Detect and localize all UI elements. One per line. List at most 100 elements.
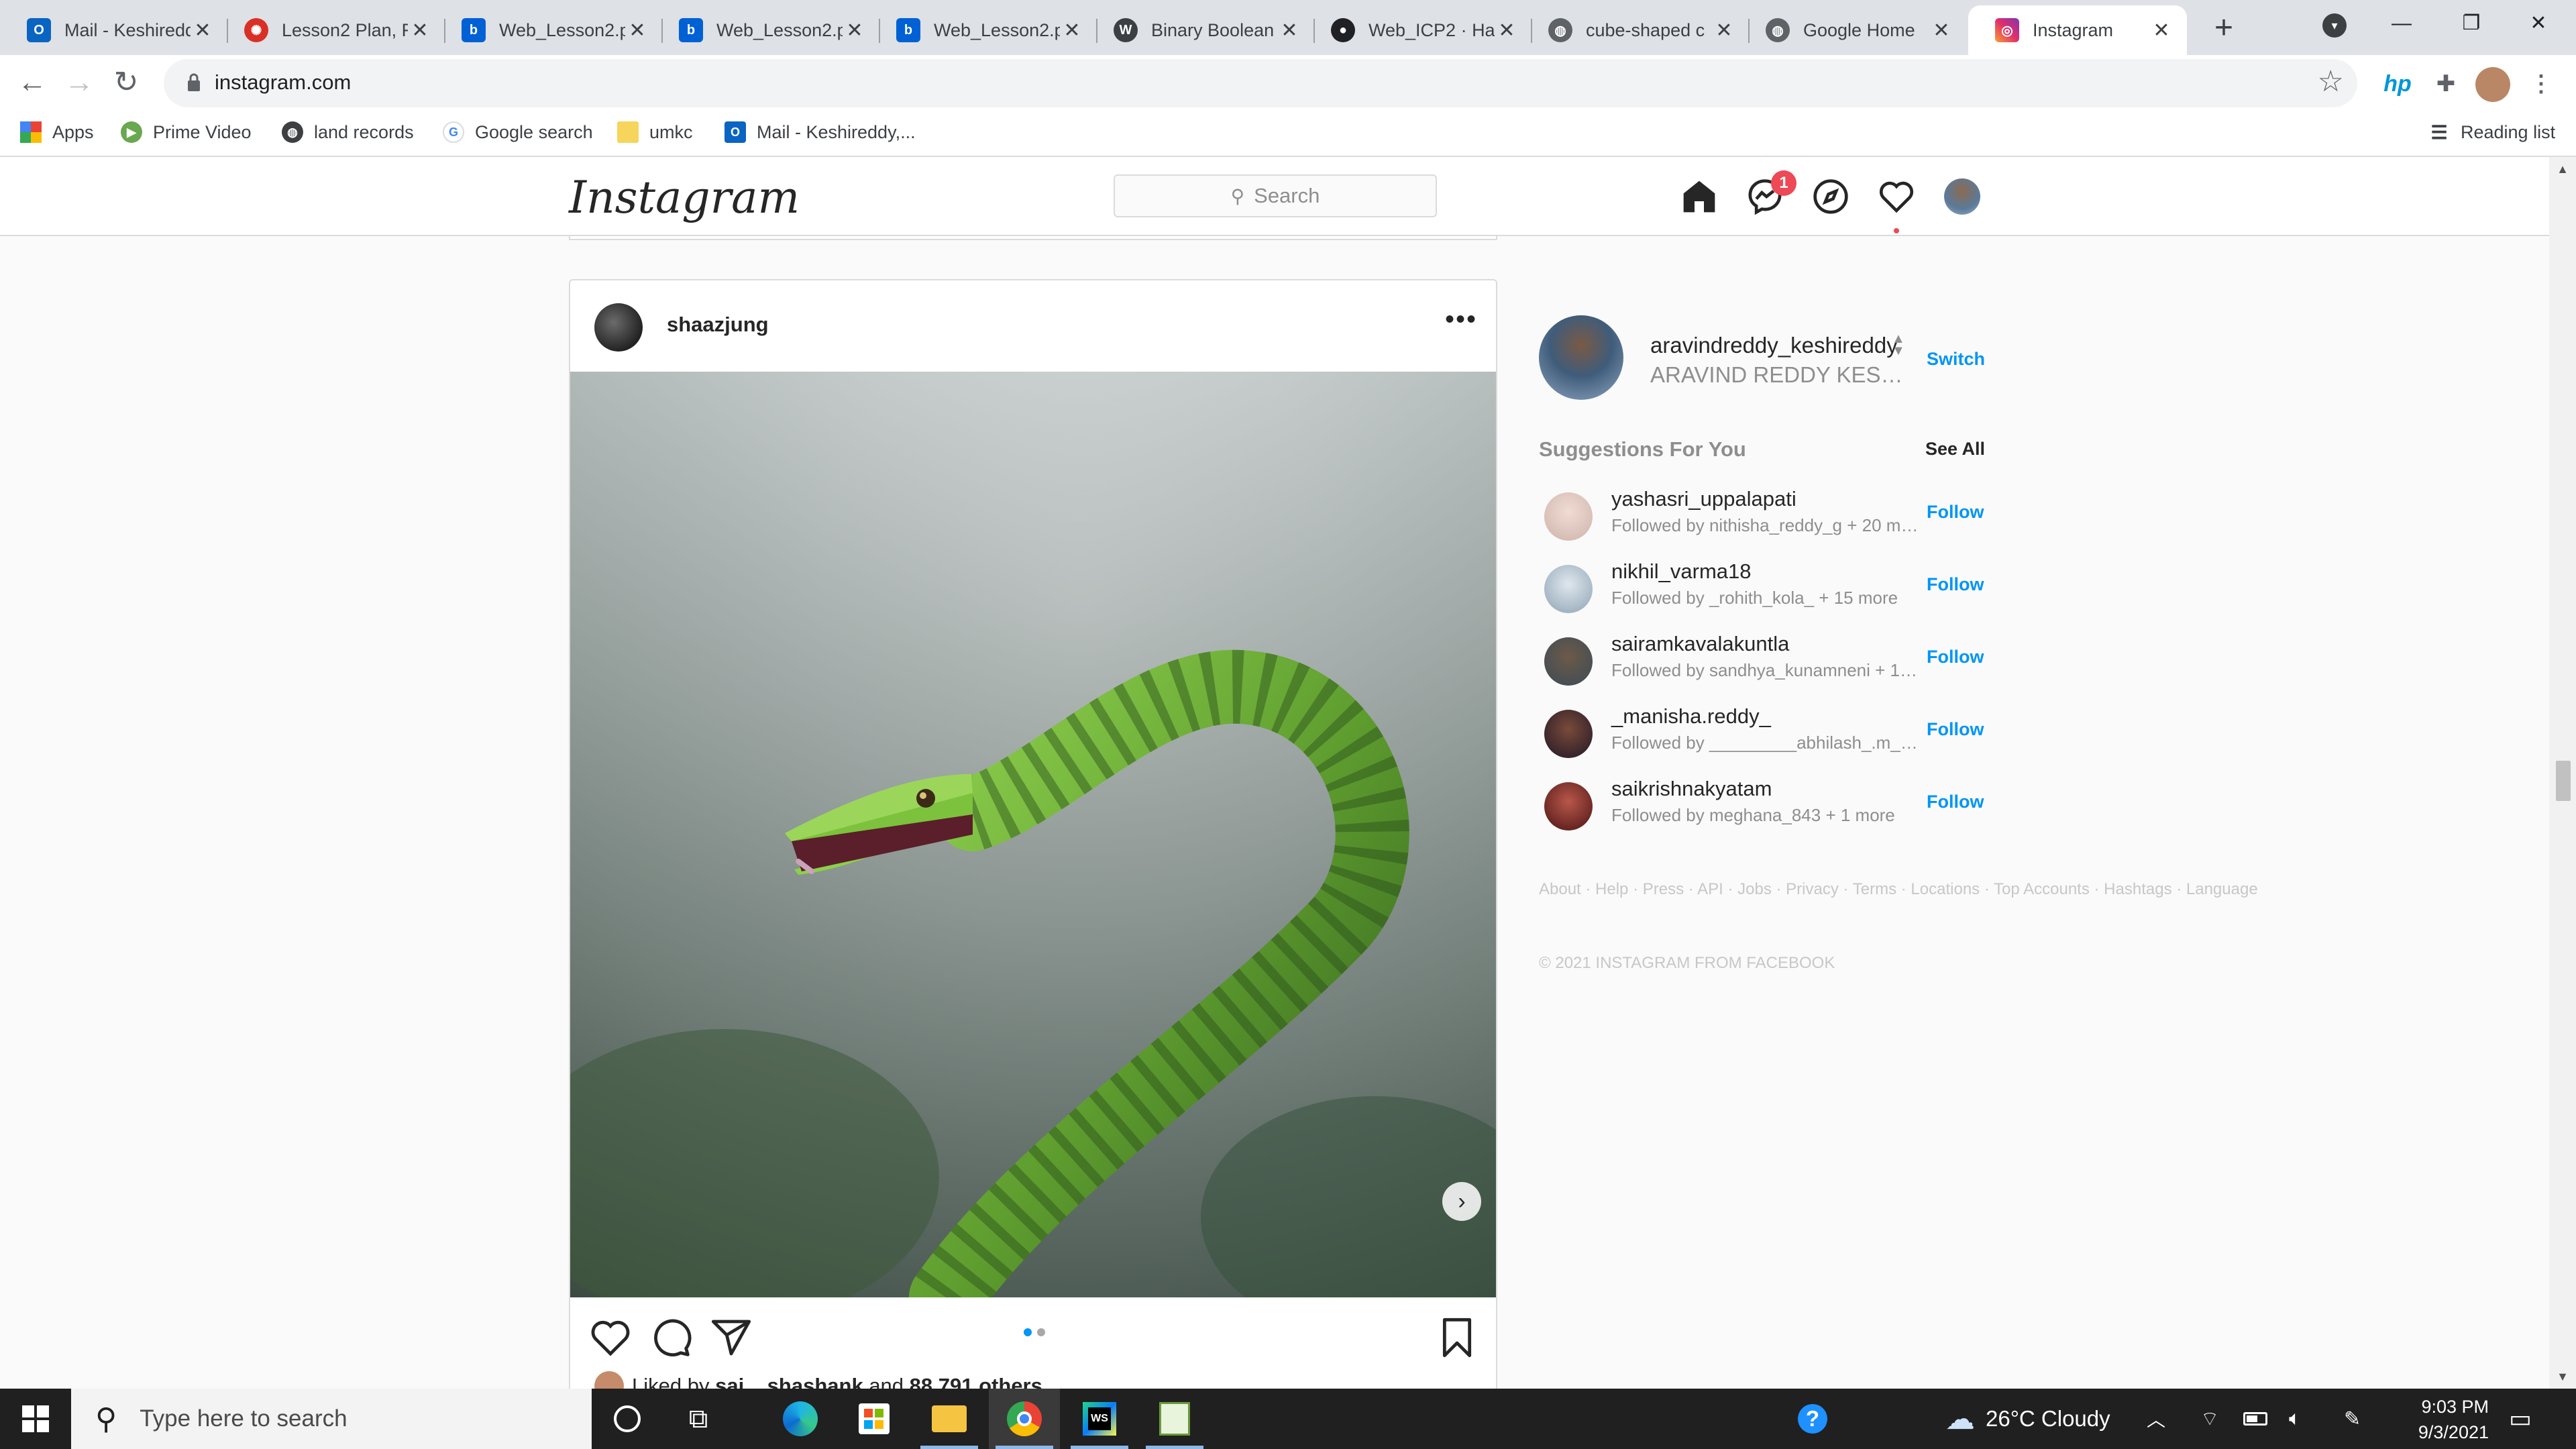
close-tab-icon[interactable]: ✕ [625,19,649,42]
footer-link[interactable]: Language [2186,880,2258,898]
instagram-logo[interactable]: Instagram [569,172,800,223]
explore-button[interactable] [1807,173,1854,220]
bookmark-google-search[interactable]: G Google search [443,117,593,148]
help-tray-button[interactable]: ? [1798,1389,1827,1449]
suggestion-username[interactable]: _manisha.reddy_ [1611,704,1771,729]
more-options-icon[interactable]: ••• [1445,305,1477,335]
footer-link[interactable]: Top Accounts [1994,880,2090,898]
bookmark-apps[interactable]: Apps [20,117,94,148]
forward-button[interactable]: → [58,62,101,105]
close-tab-icon[interactable]: ✕ [1495,19,1519,42]
extensions-puzzle-icon[interactable]: ✚ [2428,67,2463,102]
footer-link[interactable]: Locations [1911,880,1980,898]
footer-link[interactable]: Jobs [1737,880,1772,898]
network-button[interactable]: ⌔ [2200,1389,2219,1449]
address-bar[interactable]: instagram.com ☆ [164,59,2357,107]
footer-link[interactable]: Help [1595,880,1628,898]
close-tab-icon[interactable]: ✕ [1060,19,1084,42]
close-tab-icon[interactable]: ✕ [1929,19,1953,42]
direct-messages-button[interactable]: 1 [1741,170,1796,220]
suggestion-username[interactable]: yashasri_uppalapati [1611,487,1796,511]
suggestion-avatar[interactable] [1544,710,1593,758]
profile-avatar[interactable] [2475,67,2510,102]
close-tab-icon[interactable]: ✕ [843,19,867,42]
carousel-next-button[interactable]: › [1442,1182,1481,1221]
bookmark-star-icon[interactable]: ☆ [2318,64,2344,99]
scroll-up-arrow-icon[interactable]: ▲ [2549,157,2576,181]
save-bookmark-icon[interactable] [1436,1316,1479,1359]
page-scrollbar[interactable]: ▲ ▼ [2549,157,2576,1389]
follow-button[interactable]: Follow [1927,647,1984,667]
suggestion-username[interactable]: saikrishnakyatam [1611,777,1772,801]
tab-search-button[interactable]: ▾ [2322,13,2347,38]
post-author-username[interactable]: shaazjung [667,313,769,337]
close-tab-icon[interactable]: ✕ [191,19,215,42]
close-tab-icon[interactable]: ✕ [408,19,432,42]
suggestion-avatar[interactable] [1544,565,1593,613]
reload-button[interactable]: ↻ [105,62,148,105]
start-button[interactable] [0,1389,71,1449]
reading-list-button[interactable]: ☰ Reading list [2428,117,2555,148]
hp-extension-icon[interactable]: hp [2380,67,2415,102]
home-button[interactable] [1676,173,1723,220]
minimize-button[interactable]: — [2361,0,2442,50]
scroll-down-arrow-icon[interactable]: ▼ [2549,1364,2576,1389]
pen-workspace-button[interactable]: ✎ [2344,1389,2361,1449]
profile-button[interactable] [1939,173,1986,220]
suggestion-avatar[interactable] [1544,637,1593,686]
notepad-taskbar-app[interactable] [1139,1389,1210,1449]
bookmark-umkc[interactable]: umkc [617,117,693,148]
suggestion-avatar[interactable] [1544,782,1593,830]
follow-button[interactable]: Follow [1927,719,1984,740]
bookmark-mail[interactable]: O Mail - Keshireddy,... [724,117,916,148]
see-all-link[interactable]: See All [1925,439,1985,460]
bookmark-prime-video[interactable]: ▶ Prime Video [121,117,252,148]
browser-tab[interactable]: ◍ cube-shaped c ✕ [1521,5,1750,55]
chrome-menu-icon[interactable]: ⋮ [2524,67,2559,102]
footer-link[interactable]: API [1697,880,1723,898]
footer-link[interactable]: Privacy [1786,880,1839,898]
taskbar-clock[interactable]: 9:03 PM 9/3/2021 [2388,1394,2489,1445]
file-explorer-taskbar-app[interactable] [914,1389,985,1449]
current-user-avatar[interactable] [1539,315,1623,400]
browser-tab[interactable]: ✺ Lesson2 Plan, F ✕ [217,5,445,55]
back-button[interactable]: ← [11,62,54,105]
scrollbar-thumb[interactable] [2556,761,2571,801]
browser-tab[interactable]: b Web_Lesson2.p ✕ [652,5,880,55]
activity-button[interactable] [1873,173,1920,233]
share-icon[interactable] [710,1316,753,1359]
footer-link[interactable]: Terms [1853,880,1896,898]
suggestion-username[interactable]: sairamkavalakuntla [1611,632,1789,656]
store-taskbar-app[interactable] [839,1389,910,1449]
restore-button[interactable]: ❐ [2431,0,2512,50]
post-image[interactable]: › [570,372,1496,1297]
footer-link[interactable]: Hashtags [2104,880,2171,898]
like-heart-icon[interactable] [589,1316,632,1359]
volume-button[interactable]: 🔈︎ [2289,1389,2301,1449]
cortana-button[interactable] [592,1389,663,1449]
bookmark-land-records[interactable]: ◍ land records [282,117,414,148]
switch-account-link[interactable]: Switch [1927,349,1985,370]
edge-taskbar-app[interactable] [765,1389,836,1449]
close-tab-icon[interactable]: ✕ [1277,19,1301,42]
battery-button[interactable] [2243,1389,2267,1449]
notifications-button[interactable]: ▭ [2509,1389,2532,1449]
suggestion-username[interactable]: nikhil_varma18 [1611,559,1752,584]
chrome-taskbar-app[interactable] [989,1389,1060,1449]
browser-tab[interactable]: b Web_Lesson2.p ✕ [435,5,663,55]
footer-link[interactable]: About [1539,880,1581,898]
search-input[interactable]: ⚲ Search [1114,174,1437,217]
comment-icon[interactable] [649,1316,692,1359]
footer-link[interactable]: Press [1643,880,1684,898]
browser-tab-active[interactable]: ◎ Instagram ✕ [1968,5,2187,55]
new-tab-button[interactable]: + [2204,9,2244,50]
show-hidden-icons-button[interactable]: ︿ [2147,1389,2165,1449]
suggestion-avatar[interactable] [1544,492,1593,541]
browser-tab[interactable]: ◍ Google Home ✕ [1739,5,1967,55]
browser-tab[interactable]: ● Web_ICP2 · Ha ✕ [1304,5,1532,55]
close-window-button[interactable]: ✕ [2501,0,2576,50]
close-tab-icon[interactable]: ✕ [1712,19,1736,42]
taskbar-search-box[interactable]: ⚲ Type here to search [71,1389,592,1449]
weather-widget[interactable]: ☁ 26°C Cloudy [1945,1389,2110,1449]
browser-tab[interactable]: b Web_Lesson2.p ✕ [869,5,1097,55]
